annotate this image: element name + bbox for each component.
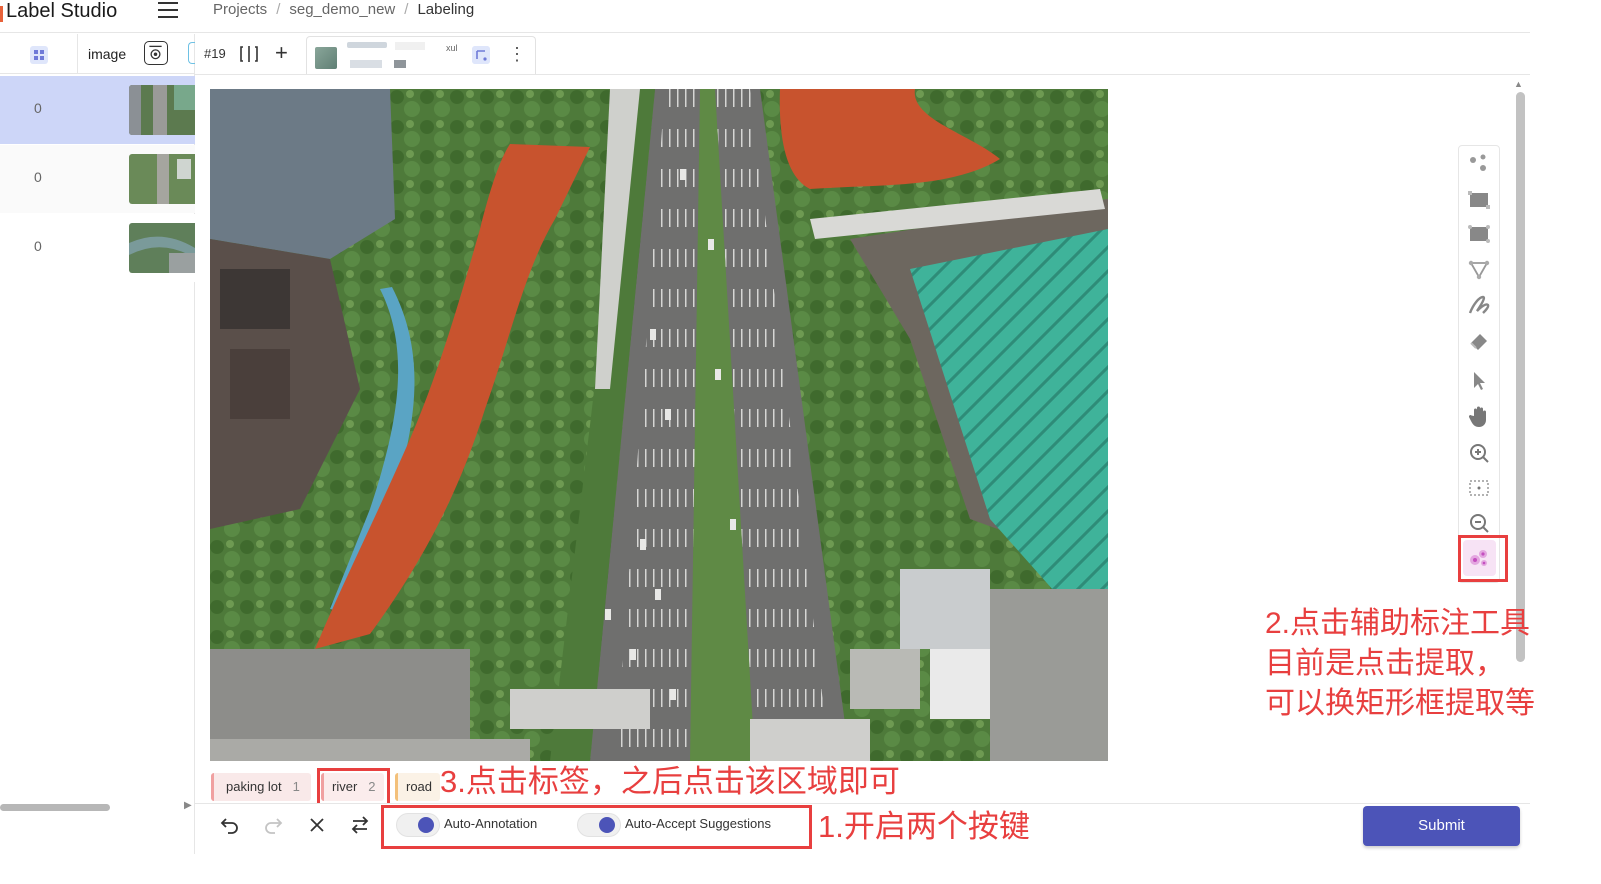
rectangle-icon[interactable] <box>1467 188 1491 212</box>
reset-close-icon[interactable] <box>307 815 327 835</box>
tool-highlight-annotation <box>1458 535 1508 582</box>
zoom-in-icon[interactable] <box>1467 441 1491 465</box>
rectangle-3point-icon[interactable] <box>1467 222 1491 246</box>
redo-icon[interactable] <box>263 815 283 835</box>
annotation-count: 0 <box>34 169 42 185</box>
annotation-step-2-line: 2.点击辅助标注工具 <box>1265 607 1531 640</box>
pan-hand-icon[interactable] <box>1467 405 1491 429</box>
scroll-right-arrow-icon[interactable]: ▶ <box>184 800 192 811</box>
annotation-info-redacted <box>395 42 425 50</box>
grid-view-icon[interactable] <box>30 46 48 64</box>
task-thumbnail <box>129 223 195 273</box>
more-options-icon[interactable]: ⋮ <box>508 44 526 64</box>
annotation-type-icon[interactable] <box>472 46 490 64</box>
annotation-step-2: 2.点击辅助标注工具 目前是点击提取， 可以换矩形框提取等 <box>1265 604 1535 724</box>
breadcrumb: Projects / seg_demo_new / Labeling <box>213 1 475 18</box>
task-row[interactable]: 0 <box>0 145 195 213</box>
toggles-highlight-annotation <box>381 805 812 849</box>
label-name: paking lot <box>226 779 282 794</box>
breadcrumb-project[interactable]: seg_demo_new <box>289 1 395 18</box>
label-name: road <box>406 779 433 794</box>
header-divider <box>77 34 78 74</box>
image-column-icon[interactable] <box>144 41 168 65</box>
submit-button[interactable]: Submit <box>1363 806 1520 846</box>
annotation-meta-redacted <box>394 60 406 68</box>
annotation-step-2-line: 可以换矩形框提取等 <box>1265 687 1535 720</box>
polygon-icon[interactable] <box>1467 258 1491 282</box>
column-header-image[interactable]: image <box>88 46 126 62</box>
zoom-out-icon[interactable] <box>1467 511 1491 535</box>
app-title[interactable]: Label Studio <box>6 0 117 22</box>
horizontal-scrollbar[interactable] <box>0 804 110 811</box>
fit-zoom-icon[interactable] <box>1467 476 1491 500</box>
label-paking-lot[interactable]: paking lot 1 <box>211 773 311 801</box>
annotation-count: 0 <box>34 100 42 116</box>
scroll-up-arrow-icon[interactable]: ▲ <box>1514 79 1523 89</box>
label-road[interactable]: road <box>395 773 440 801</box>
annotator-avatar <box>315 47 337 69</box>
select-pointer-icon[interactable] <box>1467 369 1491 393</box>
task-row[interactable]: 0 <box>0 76 195 144</box>
magic-points-icon[interactable] <box>1467 152 1491 176</box>
task-thumbnail <box>129 154 195 204</box>
task-id: #19 <box>204 46 226 61</box>
task-list-header: image <box>0 34 195 74</box>
logo-mark <box>0 6 3 22</box>
annotation-id-redacted <box>347 42 387 48</box>
label-hotkey: 1 <box>292 779 300 794</box>
labeling-image[interactable] <box>210 89 1108 761</box>
eraser-icon[interactable] <box>1467 328 1491 352</box>
breadcrumb-projects[interactable]: Projects <box>213 1 267 18</box>
column-edge <box>188 42 195 64</box>
annotator-name: xul <box>446 43 458 53</box>
split-view-icon[interactable] <box>240 45 258 63</box>
toolbar-divider <box>195 74 1530 75</box>
menu-icon[interactable] <box>158 2 178 18</box>
add-annotation-icon[interactable]: + <box>275 42 288 64</box>
annotation-step-2-line: 目前是点击提取， <box>1265 647 1505 680</box>
label-highlight-annotation <box>317 768 390 806</box>
vertical-scrollbar-thumb[interactable] <box>1516 92 1525 662</box>
annotation-step-3: 3.点击标签，之后点击该区域即可 <box>440 764 900 799</box>
annotation-count: 0 <box>34 238 42 254</box>
page-bottom <box>0 854 1601 884</box>
annotation-date-redacted <box>350 60 382 68</box>
annotation-step-1: 1.开启两个按键 <box>818 809 1030 844</box>
swap-icon[interactable] <box>350 815 370 835</box>
task-thumbnail <box>129 85 195 135</box>
breadcrumb-current: Labeling <box>417 1 475 18</box>
brush-icon[interactable] <box>1467 293 1491 317</box>
undo-icon[interactable] <box>220 815 240 835</box>
task-row[interactable]: 0 <box>0 214 195 282</box>
task-list-panel: image 0 0 0 <box>0 34 195 854</box>
